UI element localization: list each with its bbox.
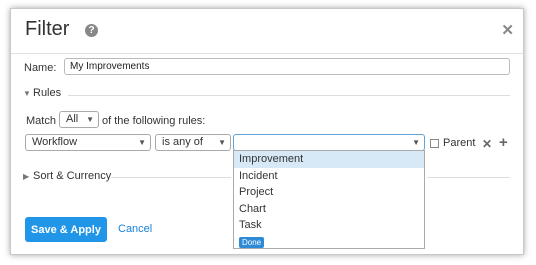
remove-rule-icon[interactable]: ✕ — [482, 137, 492, 151]
sort-section-label: Sort & Currency — [33, 170, 112, 182]
name-label: Name: — [24, 62, 57, 74]
add-rule-icon[interactable]: + — [499, 134, 508, 151]
dialog-header: Filter ? ✕ — [11, 9, 523, 54]
match-label: Match — [26, 115, 56, 127]
dropdown-option-task[interactable]: Task — [234, 217, 424, 234]
parent-checkbox[interactable] — [430, 139, 439, 148]
dropdown-option-project[interactable]: Project — [234, 184, 424, 201]
chevron-down-icon: ▼ — [218, 138, 226, 147]
value-select[interactable]: ▼ — [233, 134, 425, 151]
rules-section-label: Rules — [33, 87, 62, 99]
save-apply-button[interactable]: Save & Apply — [25, 217, 107, 242]
field-select-value: Workflow — [32, 136, 78, 148]
section-divider — [68, 95, 510, 96]
dialog-title: Filter — [25, 18, 70, 40]
operator-select-value: is any of — [162, 136, 203, 148]
chevron-down-icon: ▼ — [412, 138, 420, 147]
match-select-value: All — [66, 113, 79, 125]
name-field[interactable] — [64, 58, 510, 75]
section-divider — [111, 177, 231, 178]
dropdown-option-incident[interactable]: Incident — [234, 168, 424, 185]
done-button[interactable]: Done — [239, 236, 265, 248]
filter-dialog: Filter ? ✕ Name: ▼Rules Match All ▼ of t… — [10, 8, 524, 255]
dropdown-option-improvement[interactable]: Improvement — [234, 151, 424, 168]
rules-section-toggle[interactable]: ▼ Rules — [23, 87, 61, 99]
section-divider — [427, 177, 510, 178]
dropdown-done-row: Done — [234, 234, 424, 251]
chevron-down-icon: ▼ — [138, 138, 146, 147]
close-icon[interactable]: ✕ — [501, 21, 514, 39]
chevron-down-icon: ▼ — [86, 115, 94, 124]
field-select[interactable]: Workflow ▼ — [25, 134, 151, 151]
caret-right-icon: ▶ — [23, 172, 30, 181]
help-icon[interactable]: ? — [85, 24, 98, 37]
value-dropdown-list: Improvement Incident Project Chart Task … — [233, 150, 425, 249]
caret-down-icon: ▼ — [23, 89, 31, 98]
following-rules-text: of the following rules: — [102, 115, 206, 127]
match-select[interactable]: All ▼ — [59, 111, 99, 128]
dropdown-option-chart[interactable]: Chart — [234, 201, 424, 218]
parent-label: Parent — [443, 137, 476, 149]
operator-select[interactable]: is any of ▼ — [155, 134, 231, 151]
sort-section-toggle[interactable]: ▶ Sort & Currency — [23, 170, 111, 182]
cancel-link[interactable]: Cancel — [118, 223, 152, 235]
